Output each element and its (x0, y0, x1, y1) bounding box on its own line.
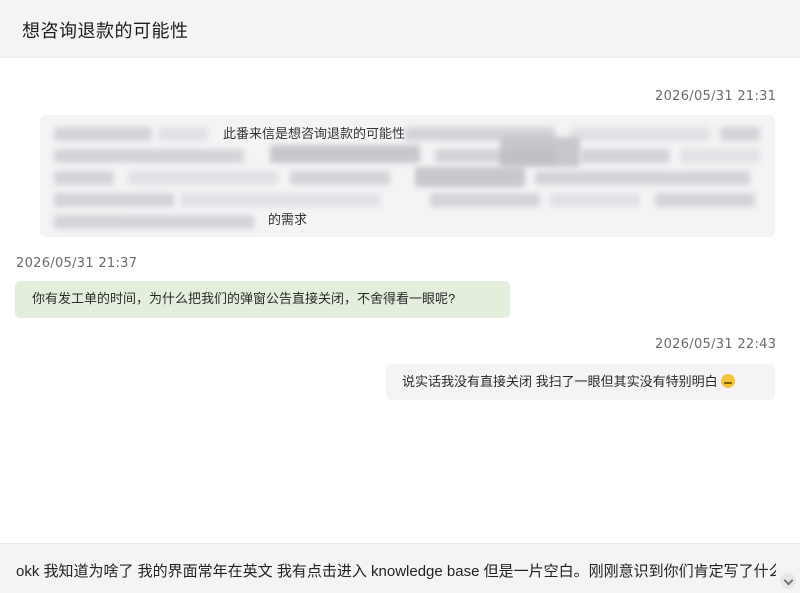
message-composer[interactable]: okk 我知道为啥了 我的界面常年在英文 我有点击进入 knowledge ba… (0, 543, 800, 593)
redaction-blur (54, 215, 254, 229)
composer-input[interactable]: okk 我知道为啥了 我的界面常年在英文 我有点击进入 knowledge ba… (16, 560, 776, 581)
message-text-fragment: 的需求 (268, 212, 308, 227)
redaction-blur (535, 171, 750, 185)
redaction-blur (680, 149, 760, 163)
redaction-blur (290, 171, 390, 185)
redaction-blur (180, 193, 380, 207)
redaction-blur (54, 193, 174, 207)
message-timestamp: 2026/05/31 21:31 (655, 89, 777, 104)
message-text: 说实话我没有直接关闭 我扫了一眼但其实没有特别明白 (402, 374, 718, 389)
page-title: 想咨询退款的可能性 (22, 21, 189, 41)
redaction-blur (54, 127, 152, 141)
chat-header: 想咨询退款的可能性 (0, 0, 800, 58)
redaction-blur (430, 193, 540, 207)
scroll-down-icon[interactable] (780, 573, 796, 589)
sweat-smile-emoji-icon (720, 374, 735, 388)
message-text: 你有发工单的时间，为什么把我们的弹窗公告直接关闭，不舍得看一眼呢? (32, 291, 456, 306)
message-timestamp: 2026/05/31 22:43 (655, 337, 777, 352)
user-message: 说实话我没有直接关闭 我扫了一眼但其实没有特别明白 (386, 364, 775, 400)
redaction-blur (54, 171, 114, 185)
redaction-blur (570, 127, 710, 141)
redaction-blur (415, 167, 525, 187)
chat-scrollbar[interactable] (791, 60, 797, 540)
redaction-blur (720, 127, 760, 141)
message-text-fragment: 此番来信是想咨询退款的可能性 (223, 126, 406, 141)
redaction-blur (580, 149, 670, 163)
redaction-blur (128, 171, 278, 185)
redaction-blur (500, 137, 580, 167)
redaction-blur (54, 149, 244, 163)
redaction-blur (158, 127, 208, 141)
agent-message: 你有发工单的时间，为什么把我们的弹窗公告直接关闭，不舍得看一眼呢? (15, 281, 510, 318)
message-timestamp: 2026/05/31 21:37 (16, 256, 138, 271)
user-message-redacted: 此番来信是想咨询退款的可能性 的需求 (40, 115, 775, 237)
redaction-blur (270, 145, 420, 163)
redaction-blur (550, 193, 640, 207)
redaction-blur (655, 193, 755, 207)
